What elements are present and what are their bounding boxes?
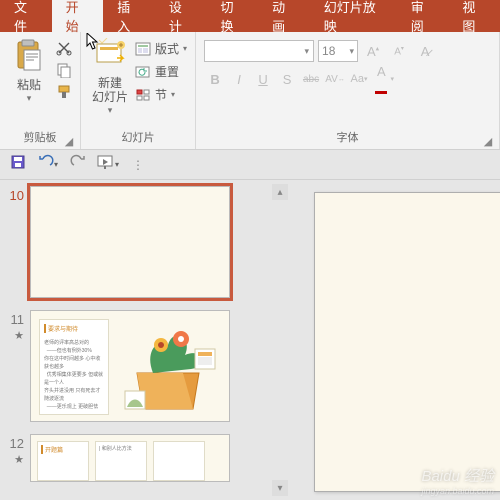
tab-file[interactable]: 文件 xyxy=(0,0,52,32)
font-family-select[interactable]: ▾ xyxy=(204,40,314,62)
paste-label: 粘贴 xyxy=(17,76,41,93)
new-slide-label: 新建 幻灯片 xyxy=(92,76,128,105)
dropdown-icon: ▾ xyxy=(108,105,113,116)
tab-design[interactable]: 设计 xyxy=(155,0,207,32)
group-clipboard: 粘贴 ▾ 剪贴板◢ xyxy=(0,32,81,149)
paste-button[interactable]: 粘贴 ▾ xyxy=(6,36,52,104)
shadow-button[interactable]: abc xyxy=(300,68,322,90)
group-font: ▾ 18 ▾ A▴ A▾ A̷ B I U S abc AV↔ Aa▾ A▾ xyxy=(196,32,500,149)
bold-button[interactable]: B xyxy=(204,68,226,90)
decrease-font-icon: A▾ xyxy=(394,45,404,57)
char-spacing-button[interactable]: AV↔ xyxy=(324,68,346,90)
change-case-button[interactable]: Aa▾ xyxy=(348,68,370,90)
thumb-illustration xyxy=(113,317,223,417)
redo-button[interactable] xyxy=(68,155,88,175)
thumb12-title: 开题篇 xyxy=(41,445,85,454)
watermark-url: jingyan.baidu.com xyxy=(421,486,494,496)
increase-font-button[interactable]: A▴ xyxy=(362,40,384,62)
slide-thumbnail-panel: 10 11★ 要求与期待 老师的评率高总对的 ——但也有例外30%你在这中时间越… xyxy=(0,180,290,500)
slide-canvas-area xyxy=(290,180,500,500)
thumb-card: | 和别人比方法 xyxy=(95,441,147,481)
scroll-down-icon[interactable]: ▾ xyxy=(272,480,288,496)
section-label: 节 xyxy=(155,86,167,103)
redo-icon xyxy=(70,154,86,175)
watermark: Baidu 经验 jingyan.baidu.com xyxy=(421,465,494,496)
undo-icon xyxy=(38,154,54,175)
tab-animation[interactable]: 动画 xyxy=(258,0,310,32)
undo-button[interactable]: ▾ xyxy=(38,155,58,175)
thumb11-title: 要求与期待 xyxy=(44,324,104,333)
spacing-label: AV xyxy=(325,74,338,85)
reset-button[interactable]: 重置 xyxy=(135,63,187,80)
dialog-launcher-icon[interactable]: ◢ xyxy=(483,135,493,145)
thumbnail-scrollbar[interactable]: ▴ ▾ xyxy=(272,184,288,496)
thumb-number: 12★ xyxy=(2,434,30,482)
animation-indicator-icon: ★ xyxy=(14,454,24,466)
layout-icon xyxy=(135,41,151,57)
case-label: Aa xyxy=(351,73,364,85)
cut-button[interactable] xyxy=(56,40,72,56)
thumb-card: 要求与期待 老师的评率高总对的 ——但也有例外30%你在这中时间越多 心中收获也… xyxy=(39,319,109,415)
workspace: 10 11★ 要求与期待 老师的评率高总对的 ——但也有例外30%你在这中时间越… xyxy=(0,180,500,500)
tab-transition[interactable]: 切换 xyxy=(207,0,259,32)
slide-thumbnail-11[interactable]: 要求与期待 老师的评率高总对的 ——但也有例外30%你在这中时间越多 心中收获也… xyxy=(30,310,230,422)
tab-slideshow[interactable]: 幻灯片放映 xyxy=(310,0,397,32)
font-size-select[interactable]: 18 ▾ xyxy=(318,40,358,62)
dropdown-icon: ▾ xyxy=(27,93,32,104)
thumb-number: 11★ xyxy=(2,310,30,422)
ribbon: 粘贴 ▾ 剪贴板◢ 新建 幻灯片 ▾ 版式 ▾ 重置 节 ▾ xyxy=(0,32,500,150)
layout-button[interactable]: 版式 ▾ xyxy=(135,40,187,57)
format-painter-button[interactable] xyxy=(56,84,72,100)
dialog-launcher-icon[interactable]: ◢ xyxy=(64,135,74,145)
group-label-font: 字体◢ xyxy=(202,127,493,147)
brush-icon xyxy=(56,84,72,100)
group-label-slides: 幻灯片 xyxy=(87,127,189,147)
tab-insert[interactable]: 插入 xyxy=(103,0,155,32)
italic-button[interactable]: I xyxy=(228,68,250,90)
copy-icon xyxy=(56,62,72,78)
tab-review[interactable]: 审阅 xyxy=(397,0,449,32)
section-button[interactable]: 节 ▾ xyxy=(135,86,187,103)
tab-home[interactable]: 开始 xyxy=(52,0,104,32)
watermark-brand: Baidu 经验 xyxy=(421,468,494,485)
qat-customize-button[interactable]: ⋮ xyxy=(128,155,148,175)
paste-icon xyxy=(12,38,46,72)
animation-indicator-icon: ★ xyxy=(14,330,24,342)
layout-label: 版式 xyxy=(155,40,179,57)
font-color-button[interactable]: A▾ xyxy=(372,68,394,90)
section-icon xyxy=(135,87,151,103)
eraser-icon: A̷ xyxy=(421,44,430,59)
strike-button[interactable]: S xyxy=(276,68,298,90)
copy-button[interactable] xyxy=(56,62,72,78)
slide-canvas[interactable] xyxy=(314,192,500,492)
font-size-value: 18 xyxy=(322,44,335,58)
ribbon-tabbar: 文件 开始 插入 设计 切换 动画 幻灯片放映 审阅 视图 xyxy=(0,0,500,32)
save-icon xyxy=(10,154,26,175)
underline-button[interactable]: U xyxy=(252,68,274,90)
chevron-down-icon: ▾ xyxy=(305,46,310,57)
thumb-card xyxy=(153,441,205,481)
start-from-beginning-button[interactable]: ▾ xyxy=(98,155,118,175)
group-label-clipboard: 剪贴板◢ xyxy=(6,127,74,147)
save-button[interactable] xyxy=(8,155,28,175)
decrease-font-button[interactable]: A▾ xyxy=(388,40,410,62)
reset-icon xyxy=(135,64,151,80)
cursor-icon xyxy=(86,33,100,51)
cut-icon xyxy=(56,40,72,56)
thumb-card: 开题篇 xyxy=(37,441,89,481)
clear-format-button[interactable]: A̷ xyxy=(414,40,436,62)
slide-thumbnail-12[interactable]: 开题篇 | 和别人比方法 xyxy=(30,434,230,482)
quick-access-toolbar: ▾ ▾ ⋮ xyxy=(0,150,500,180)
scroll-up-icon[interactable]: ▴ xyxy=(272,184,288,200)
chevron-down-icon: ▾ xyxy=(350,46,355,57)
chevron-down-icon: ⋮ xyxy=(132,158,144,172)
font-color-icon: A xyxy=(372,64,390,94)
slide-thumbnail-10[interactable] xyxy=(30,186,230,298)
presentation-icon xyxy=(97,154,115,175)
tab-view[interactable]: 视图 xyxy=(448,0,500,32)
thumb-number: 10 xyxy=(2,186,30,298)
reset-label: 重置 xyxy=(155,63,179,80)
increase-font-icon: A▴ xyxy=(367,44,379,59)
